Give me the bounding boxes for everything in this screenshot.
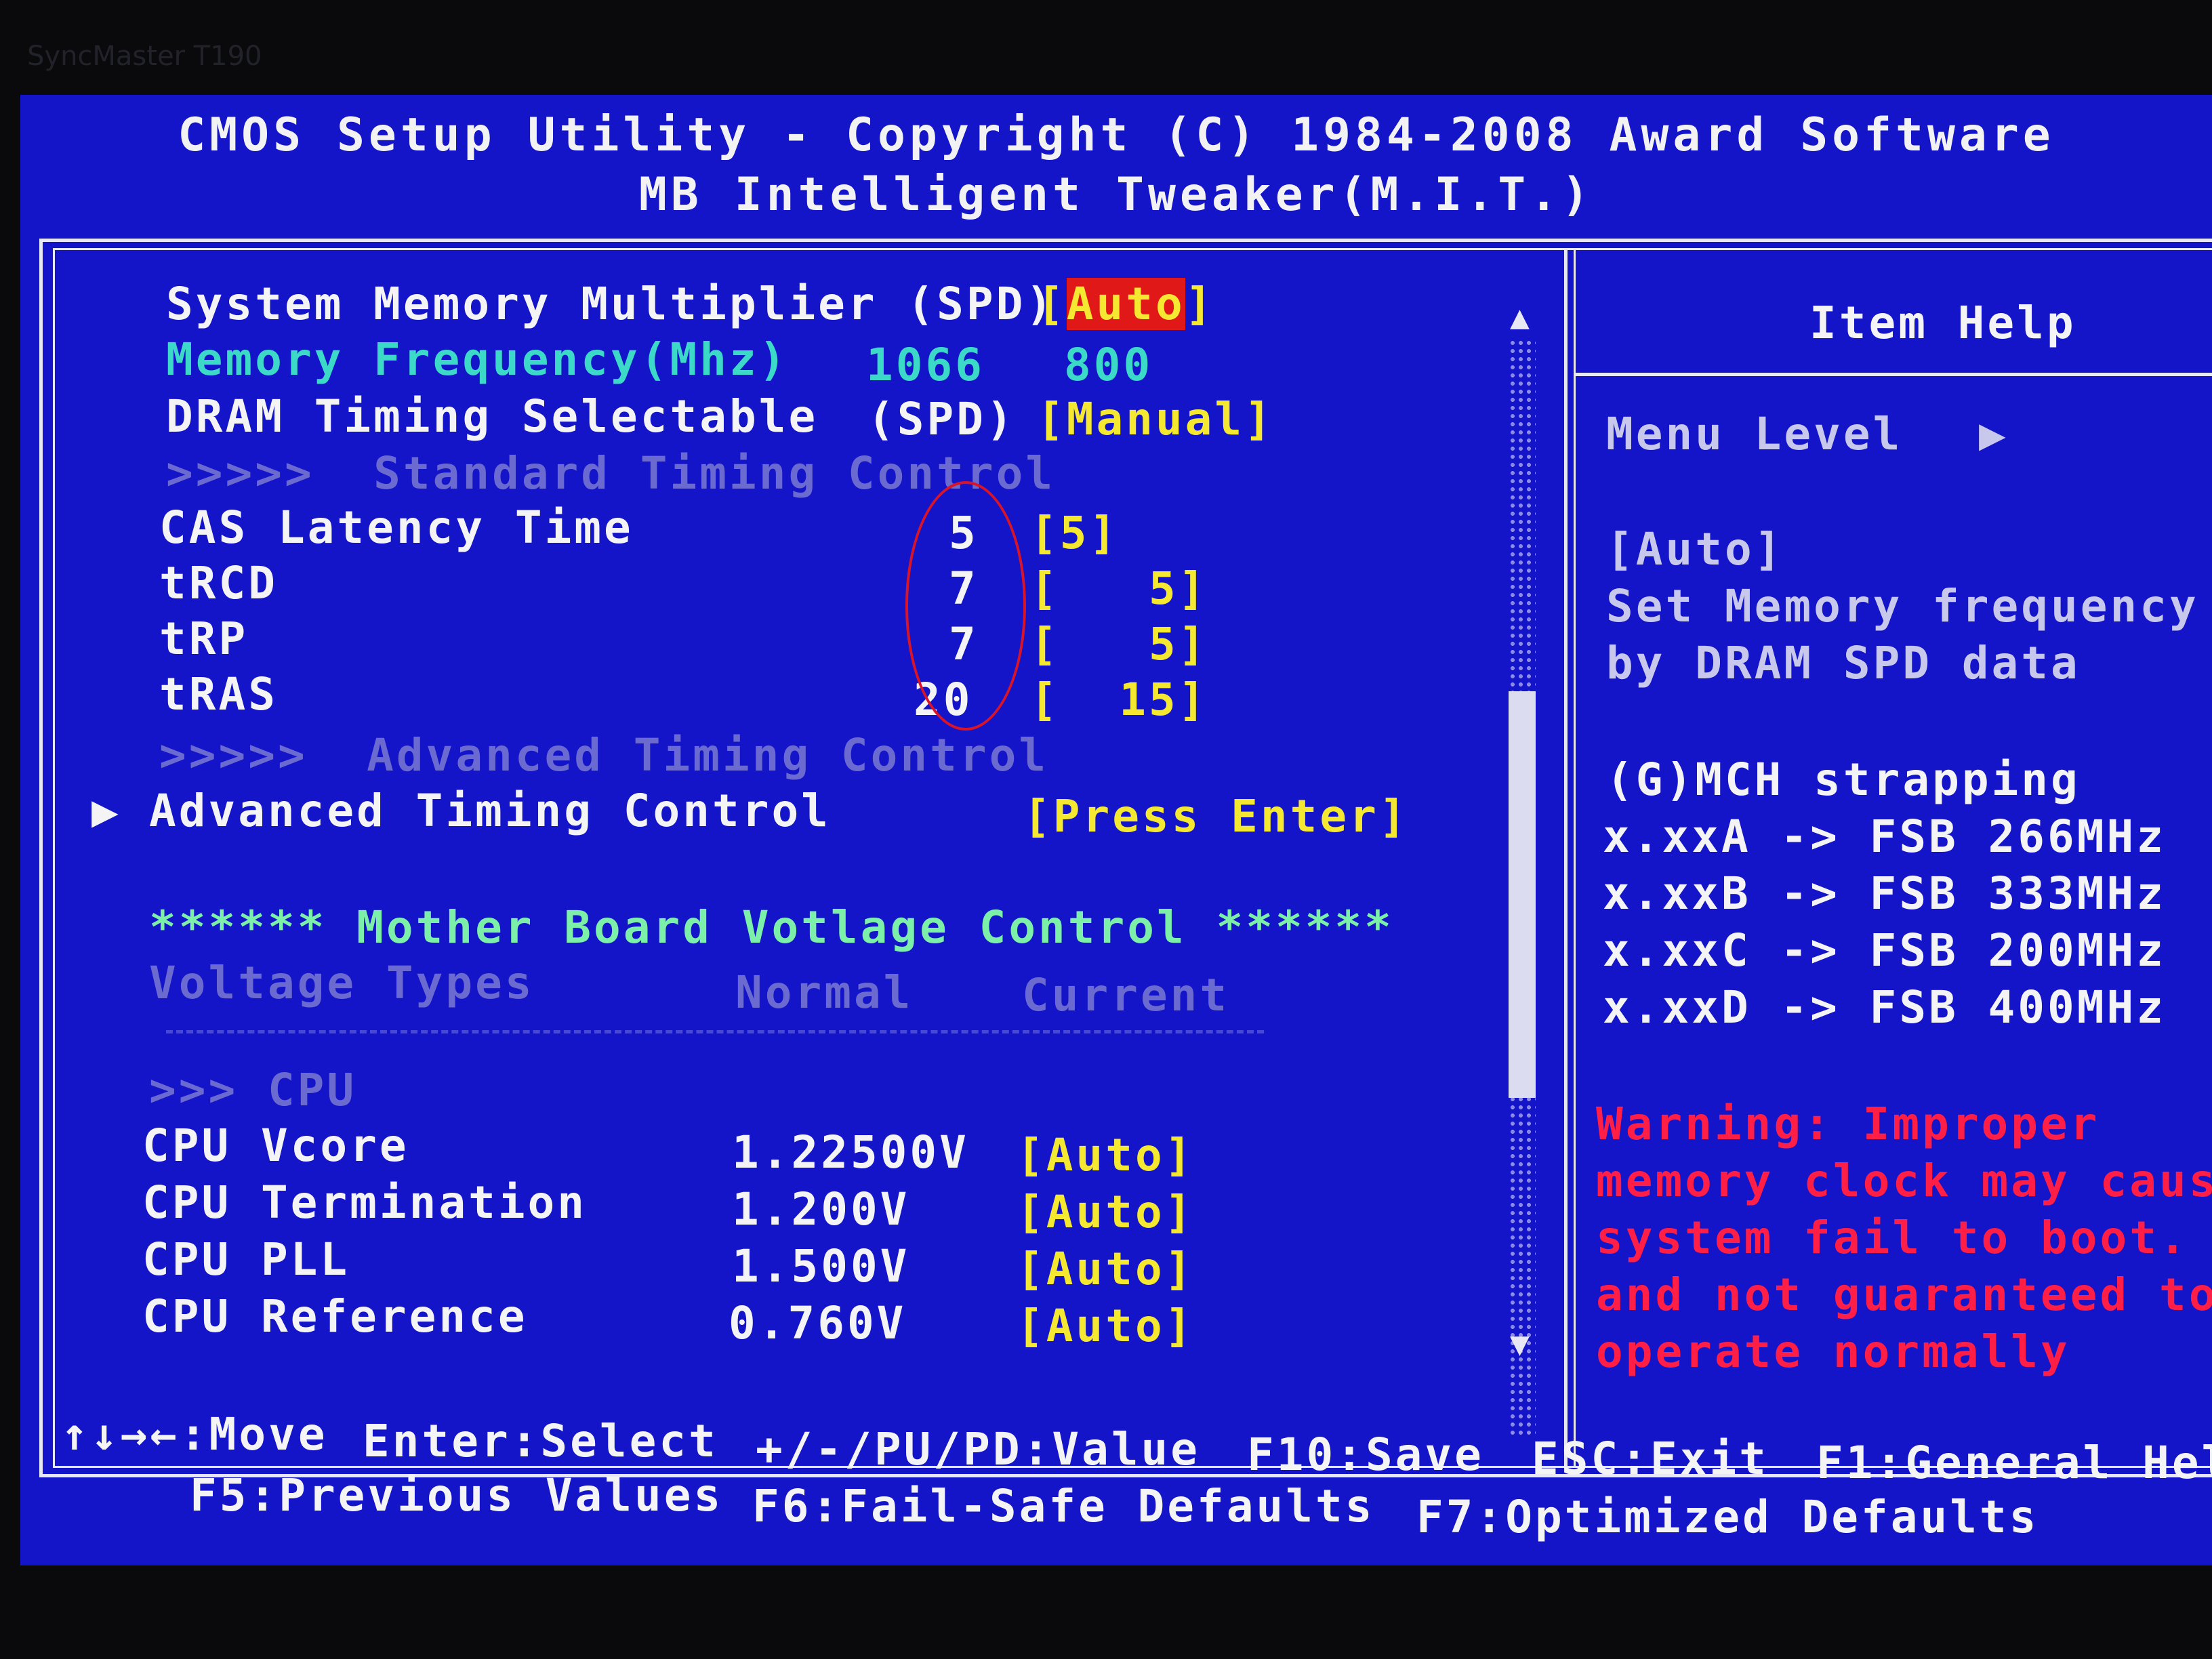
setting-cas-latency-label[interactable]: CAS Latency Time xyxy=(159,501,634,554)
setting-mem-frequency-label: Memory Frequency(Mhz) xyxy=(166,333,789,386)
setting-cpu-reference-value[interactable]: [Auto] xyxy=(1017,1300,1194,1352)
key-save: F10:Save xyxy=(1247,1429,1484,1481)
setting-cpu-vcore-value[interactable]: [Auto] xyxy=(1017,1129,1194,1181)
page-title: MB Intelligent Tweaker(M.I.T.) xyxy=(638,168,1594,222)
key-fail-safe: F6:Fail-Safe Defaults xyxy=(752,1480,1375,1532)
setting-tras-label[interactable]: tRAS xyxy=(159,668,278,720)
dram-timing-mode: (SPD) xyxy=(867,393,1016,445)
key-previous-values: F5:Previous Values xyxy=(190,1469,724,1521)
voltage-normal-column: Normal xyxy=(735,966,914,1019)
hand-drawn-annotation-oval xyxy=(905,481,1026,731)
key-general-help: F1:General Hel xyxy=(1816,1437,2212,1489)
cpu-pll-normal: 1.500V xyxy=(732,1240,910,1292)
monitor-brand-label: SyncMaster T190 xyxy=(27,41,262,72)
advanced-timing-menu-value[interactable]: [Press Enter] xyxy=(1023,790,1409,842)
selected-value-highlight[interactable]: Auto xyxy=(1066,278,1185,330)
warning-line: Warning: Improper xyxy=(1596,1098,2100,1150)
cpu-section-header: >>> CPU xyxy=(149,1064,357,1116)
setting-mem-multiplier-label[interactable]: System Memory Multiplier (SPD) xyxy=(166,278,1055,330)
standard-timing-header: >>>>> Standard Timing Control xyxy=(166,447,1056,499)
setting-trp-label[interactable]: tRP xyxy=(159,613,248,665)
setting-mem-multiplier-value[interactable]: [Auto] xyxy=(1037,278,1214,330)
setting-cpu-pll-label[interactable]: CPU PLL xyxy=(142,1233,350,1286)
warning-line: operate normally xyxy=(1596,1326,2070,1378)
triangle-down-icon[interactable]: ▼ xyxy=(1510,1325,1530,1363)
key-optimized: F7:Optimized Defaults xyxy=(1416,1491,2039,1543)
strap-title: (G)MCH strapping xyxy=(1606,754,2081,806)
triangle-right-icon: ▶ xyxy=(91,785,121,837)
help-title-divider xyxy=(1576,373,2212,376)
cpu-reference-normal: 0.760V xyxy=(729,1297,907,1349)
setting-trcd-label[interactable]: tRCD xyxy=(159,557,278,609)
panel-divider xyxy=(1564,248,1568,1468)
help-line: by DRAM SPD data xyxy=(1606,637,2081,689)
panel-divider-inner xyxy=(1574,248,1576,1468)
mem-frequency-setting: 800 xyxy=(1064,339,1153,391)
advanced-timing-menu-label[interactable]: Advanced Timing Control xyxy=(149,785,831,837)
mb-voltage-header: ****** Mother Board Votlage Control ****… xyxy=(149,901,1394,954)
mem-frequency-current: 1066 xyxy=(866,339,985,391)
setting-cpu-vcore-label[interactable]: CPU Vcore xyxy=(142,1120,409,1172)
bios-screen: CMOS Setup Utility - Copyright (C) 1984-… xyxy=(20,95,2212,1565)
setting-cpu-pll-value[interactable]: [Auto] xyxy=(1017,1243,1194,1295)
menu-level-label: Menu Level xyxy=(1606,408,1903,460)
setting-cpu-termination-value[interactable]: [Auto] xyxy=(1017,1186,1194,1238)
strap-line: x.xxC -> FSB 200MHz xyxy=(1603,924,2166,977)
strap-line: x.xxB -> FSB 333MHz xyxy=(1603,867,2166,920)
strap-line: x.xxD -> FSB 400MHz xyxy=(1603,981,2166,1033)
key-value: +/-/PU/PD:Value xyxy=(756,1423,1201,1475)
setting-dram-timing-label[interactable]: DRAM Timing Selectable xyxy=(166,390,818,443)
setting-cas-latency-value[interactable]: [5] xyxy=(1030,507,1119,559)
setting-tras-value[interactable]: [ 15] xyxy=(1030,674,1208,726)
key-exit: ESC:Exit xyxy=(1532,1433,1769,1485)
column-divider xyxy=(166,1030,1264,1033)
setting-trcd-value[interactable]: [ 5] xyxy=(1030,562,1208,615)
triangle-up-icon[interactable]: ▲ xyxy=(1510,298,1530,336)
warning-line: system fail to boot. xyxy=(1596,1212,2189,1264)
key-move: ↑↓→←:Move xyxy=(61,1408,328,1460)
setting-cpu-reference-label[interactable]: CPU Reference xyxy=(142,1290,528,1343)
setting-dram-timing-value[interactable]: [Manual] xyxy=(1037,393,1274,445)
help-line: [Auto] xyxy=(1606,523,1784,575)
cpu-vcore-normal: 1.22500V xyxy=(732,1126,969,1179)
advanced-timing-header: >>>>> Advanced Timing Control xyxy=(159,729,1049,781)
cpu-termination-normal: 1.200V xyxy=(732,1183,910,1235)
warning-line: memory clock may cause xyxy=(1596,1155,2212,1207)
scrollbar-thumb[interactable] xyxy=(1509,691,1536,1098)
voltage-current-column: Current xyxy=(1022,969,1230,1021)
strap-line: x.xxA -> FSB 266MHz xyxy=(1603,811,2166,863)
warning-line: and not guaranteed to xyxy=(1596,1269,2212,1321)
key-select: Enter:Select xyxy=(363,1415,718,1467)
utility-title: CMOS Setup Utility - Copyright (C) 1984-… xyxy=(178,108,2055,162)
triangle-right-icon: ▶ xyxy=(1979,408,2009,460)
help-line: Set Memory frequency xyxy=(1606,580,2199,632)
help-title: Item Help xyxy=(1809,297,2076,349)
voltage-types-column: Voltage Types xyxy=(149,957,535,1009)
setting-cpu-termination-label[interactable]: CPU Termination xyxy=(142,1176,587,1229)
setting-trp-value[interactable]: [ 5] xyxy=(1030,618,1208,670)
